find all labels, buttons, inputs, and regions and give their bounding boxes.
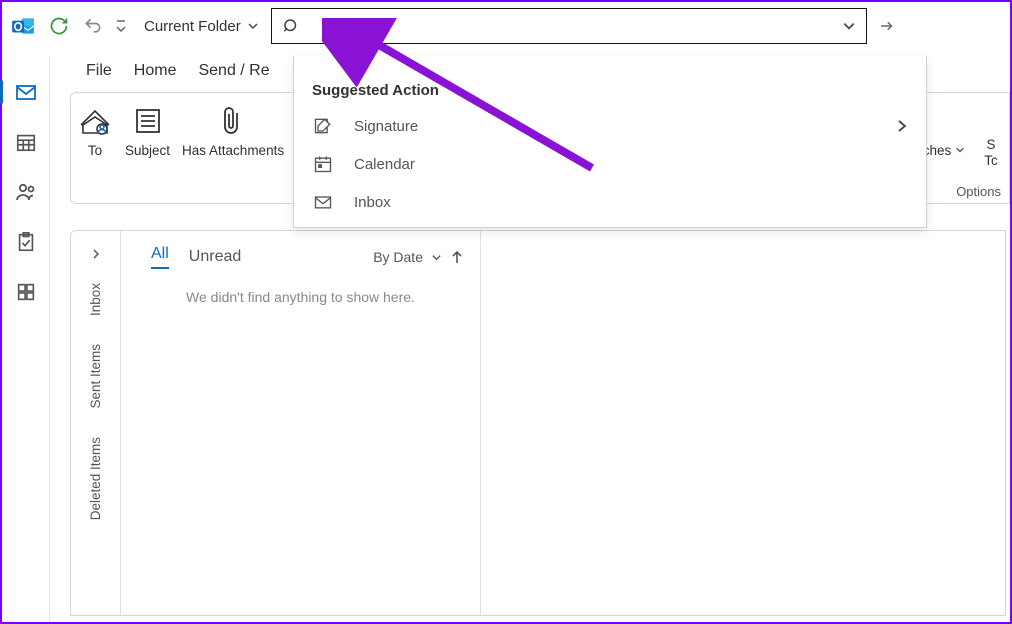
ribbon-label: STc bbox=[984, 137, 998, 169]
rail-tasks[interactable] bbox=[10, 226, 42, 258]
signature-icon bbox=[312, 115, 334, 137]
search-suggestions-dropdown: Suggested Action Signature Calendar Inbo… bbox=[293, 56, 927, 228]
suggestion-calendar[interactable]: Calendar bbox=[294, 145, 926, 183]
folder-inbox[interactable]: Inbox bbox=[88, 283, 103, 316]
calendar-icon bbox=[312, 153, 334, 175]
to-icon bbox=[77, 103, 113, 139]
ribbon-label: Subject bbox=[125, 143, 170, 159]
rail-apps[interactable] bbox=[10, 276, 42, 308]
undo-button[interactable] bbox=[76, 8, 110, 44]
ribbon-group-label: Options bbox=[956, 184, 1001, 199]
rail-calendar[interactable] bbox=[10, 126, 42, 158]
search-icon bbox=[282, 17, 300, 35]
menu-file[interactable]: File bbox=[86, 62, 112, 80]
rail-mail[interactable] bbox=[10, 76, 42, 108]
sort-label: By Date bbox=[373, 249, 423, 265]
ribbon-to[interactable]: To bbox=[71, 93, 119, 159]
rail-people[interactable] bbox=[10, 176, 42, 208]
ribbon-search-tools[interactable]: STc bbox=[967, 93, 1009, 169]
navigation-rail bbox=[2, 56, 50, 622]
folder-sent-items[interactable]: Sent Items bbox=[88, 344, 103, 409]
mail-icon bbox=[312, 191, 334, 213]
sort-dropdown[interactable]: By Date bbox=[373, 249, 464, 265]
suggestion-signature[interactable]: Signature bbox=[294, 107, 926, 145]
suggestion-label: Calendar bbox=[354, 156, 415, 173]
menu-send-receive[interactable]: Send / Re bbox=[198, 62, 269, 80]
chevron-down-icon bbox=[247, 20, 259, 32]
expand-folders-button[interactable] bbox=[71, 239, 120, 269]
search-input[interactable] bbox=[300, 18, 842, 35]
suggestion-label: Signature bbox=[354, 118, 418, 135]
search-go-button[interactable] bbox=[867, 8, 907, 44]
reading-pane bbox=[481, 231, 1005, 615]
search-tools-icon bbox=[973, 103, 1009, 133]
chevron-right-icon bbox=[896, 119, 908, 133]
refresh-button[interactable] bbox=[42, 8, 76, 44]
search-box[interactable] bbox=[271, 8, 867, 44]
suggestion-inbox[interactable]: Inbox bbox=[294, 183, 926, 221]
outlook-logo-icon bbox=[8, 11, 38, 41]
message-list-pane: All Unread By Date We didn't find anythi… bbox=[121, 231, 481, 615]
search-scope-label: Current Folder bbox=[144, 18, 241, 35]
suggestion-label: Inbox bbox=[354, 194, 391, 211]
sort-direction-icon[interactable] bbox=[450, 249, 464, 265]
filter-unread[interactable]: Unread bbox=[189, 248, 241, 266]
filter-all[interactable]: All bbox=[151, 245, 169, 269]
chevron-down-icon[interactable] bbox=[842, 19, 856, 33]
quick-access-more[interactable] bbox=[110, 8, 132, 44]
folder-rail: Inbox Sent Items Deleted Items bbox=[71, 231, 121, 615]
folder-deleted-items[interactable]: Deleted Items bbox=[88, 437, 103, 520]
menu-home[interactable]: Home bbox=[134, 62, 177, 80]
ribbon-has-attachments[interactable]: Has Attachments bbox=[176, 93, 290, 159]
message-list-header: All Unread By Date bbox=[121, 231, 480, 279]
empty-list-message: We didn't find anything to show here. bbox=[121, 289, 480, 305]
title-bar: Current Folder bbox=[2, 2, 1010, 50]
ribbon-label: To bbox=[88, 143, 102, 159]
suggestions-heading: Suggested Action bbox=[294, 56, 926, 107]
search-scope-dropdown[interactable]: Current Folder bbox=[132, 8, 271, 44]
ribbon-subject[interactable]: Subject bbox=[119, 93, 176, 159]
attachment-icon bbox=[215, 103, 251, 139]
chevron-down-icon bbox=[431, 252, 442, 263]
ribbon-label: Has Attachments bbox=[182, 143, 284, 159]
workspace: Inbox Sent Items Deleted Items All Unrea… bbox=[70, 230, 1006, 616]
subject-icon bbox=[130, 103, 166, 139]
